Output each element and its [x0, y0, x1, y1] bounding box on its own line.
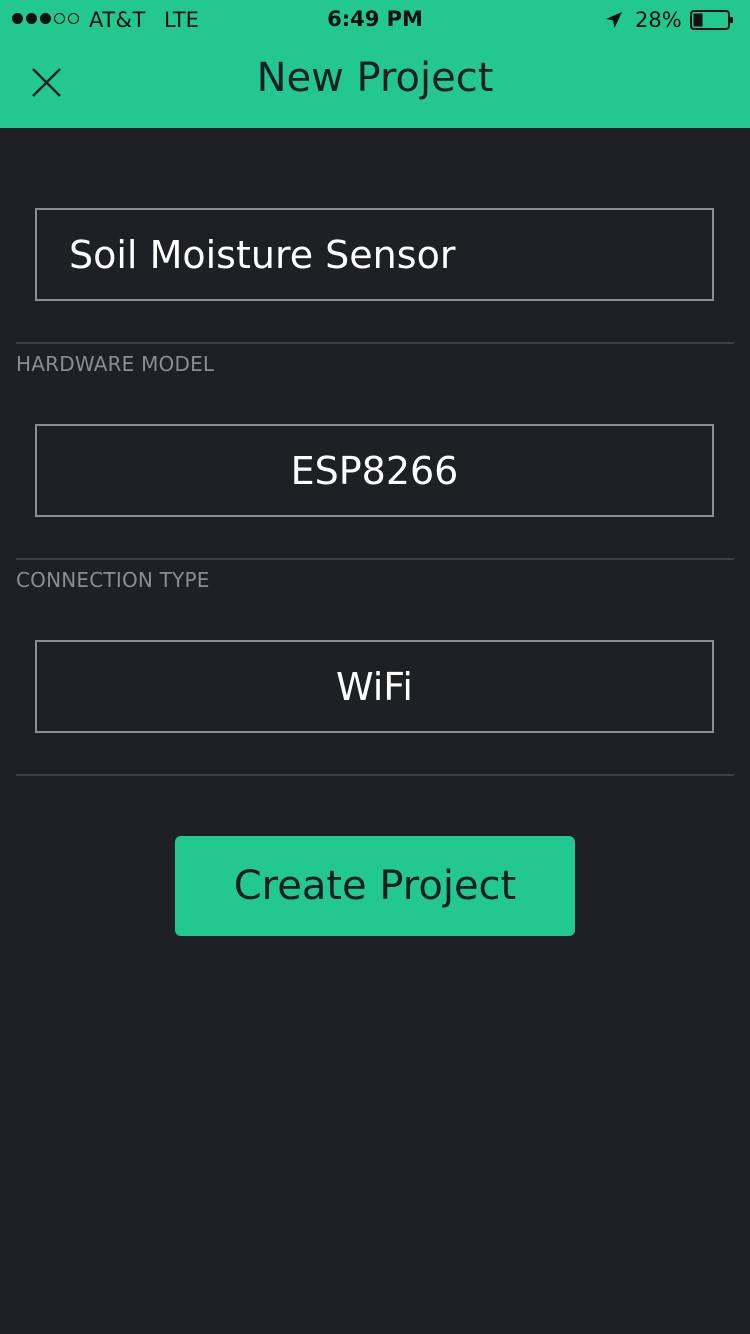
connection-type-label: CONNECTION TYPE — [16, 568, 210, 592]
battery-percentage: 28% — [635, 8, 682, 32]
location-arrow-icon — [606, 12, 622, 28]
connection-type-select[interactable]: WiFi — [35, 640, 714, 733]
battery-icon — [690, 10, 733, 30]
create-project-label: Create Project — [233, 863, 517, 909]
page-title: New Project — [256, 55, 494, 101]
project-name-input[interactable]: Soil Moisture Sensor — [35, 208, 714, 301]
hardware-model-label: HARDWARE MODEL — [16, 352, 215, 376]
header-bar: AT&T LTE 6:49 PM 28% New Project — [0, 0, 750, 128]
project-name-value: Soil Moisture Sensor — [69, 232, 456, 277]
divider — [16, 342, 734, 344]
connection-type-value: WiFi — [336, 664, 413, 709]
status-bar: AT&T LTE 6:49 PM 28% — [0, 0, 750, 40]
divider — [16, 774, 734, 776]
divider — [16, 558, 734, 560]
create-project-button[interactable]: Create Project — [175, 836, 575, 936]
hardware-model-select[interactable]: ESP8266 — [35, 424, 714, 517]
hardware-model-value: ESP8266 — [290, 448, 459, 493]
